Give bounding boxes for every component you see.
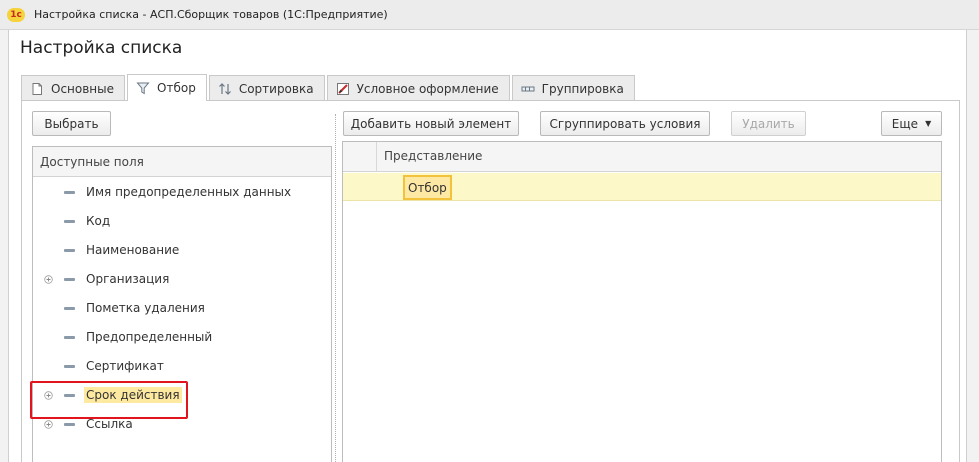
field-label: Имя предопределенных данных <box>86 185 292 199</box>
field-icon <box>64 278 75 281</box>
grouping-icon <box>521 86 535 91</box>
tab-label: Отбор <box>157 81 196 95</box>
tab-label: Сортировка <box>238 81 314 96</box>
field-icon <box>64 249 75 252</box>
filter-icon <box>136 82 150 95</box>
available-fields-header: Доступные поля <box>33 147 331 177</box>
sort-icon <box>218 82 231 95</box>
conditional-format-icon <box>336 82 349 95</box>
field-icon <box>64 423 75 426</box>
tab-label: Условное оформление <box>356 81 499 96</box>
app-logo: 1с <box>7 7 25 22</box>
tab-grouping[interactable]: Группировка <box>511 75 635 101</box>
field-item-predefined-data-name[interactable]: Имя предопределенных данных <box>33 178 331 207</box>
column-header-representation[interactable]: Представление <box>384 149 482 163</box>
tab-sort[interactable]: Сортировка <box>208 75 325 101</box>
window-title: Настройка списка - АСП.Сборщик товаров (… <box>34 8 388 21</box>
field-label: Наименование <box>86 243 180 257</box>
field-icon <box>64 307 75 310</box>
expand-plus-icon[interactable] <box>44 420 53 429</box>
expand-plus-icon[interactable] <box>44 275 53 284</box>
delete-button[interactable]: Удалить <box>731 111 806 136</box>
field-item-code[interactable]: Код <box>33 207 331 236</box>
field-label: Предопределенный <box>86 330 213 344</box>
field-icon <box>64 220 75 223</box>
tab-conditional-format[interactable]: Условное оформление <box>326 75 510 101</box>
background-window-edge-left <box>0 30 9 462</box>
grid-row-filter[interactable]: Отбор <box>343 173 941 201</box>
tab-label: Группировка <box>541 81 624 96</box>
dropdown-arrow-icon: ▼ <box>925 119 932 128</box>
field-label: Код <box>86 214 111 228</box>
more-button[interactable]: Еще ▼ <box>881 111 942 136</box>
field-label: Сертификат <box>86 359 164 373</box>
window-titlebar: 1с Настройка списка - АСП.Сборщик товаро… <box>0 0 979 30</box>
column-separator <box>376 142 377 172</box>
tab-filter[interactable]: Отбор <box>127 74 207 101</box>
field-item-predefined[interactable]: Предопределенный <box>33 323 331 352</box>
filter-grid: Представление Отбор <box>342 141 942 462</box>
tab-basic[interactable]: Основные <box>21 75 126 101</box>
field-label: Пометка удаления <box>86 301 205 315</box>
annotation-highlight-frame <box>30 381 188 419</box>
background-window-edge-right <box>966 30 979 462</box>
filter-root-cell[interactable]: Отбор <box>403 175 452 200</box>
field-icon <box>64 191 75 194</box>
settings-tabs: Основные Отбор Сортировка Условное оформ… <box>21 74 637 101</box>
more-button-label: Еще <box>891 116 919 131</box>
group-conditions-button[interactable]: Сгруппировать условия <box>540 111 710 136</box>
panel-splitter[interactable] <box>335 114 336 462</box>
field-item-certificate[interactable]: Сертификат <box>33 352 331 381</box>
field-item-deletion-mark[interactable]: Пометка удаления <box>33 294 331 323</box>
field-item-organization[interactable]: Организация <box>33 265 331 294</box>
field-icon <box>64 365 75 368</box>
add-new-element-button[interactable]: Добавить новый элемент <box>343 111 519 136</box>
grid-header: Представление <box>343 142 941 172</box>
form-title: Настройка списка <box>20 38 183 58</box>
page-icon <box>32 82 42 95</box>
field-label: Организация <box>86 272 170 286</box>
tab-label: Основные <box>51 81 115 96</box>
field-icon <box>64 336 75 339</box>
field-item-name[interactable]: Наименование <box>33 236 331 265</box>
select-button[interactable]: Выбрать <box>32 111 111 136</box>
